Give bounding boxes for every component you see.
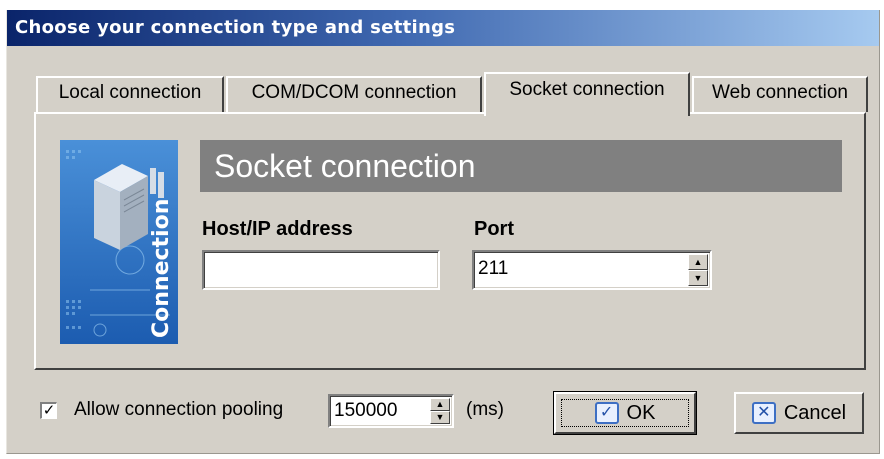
banner-text: Connection	[149, 199, 174, 338]
tab-socket-connection[interactable]: Socket connection	[484, 72, 690, 116]
pooling-value: 150000	[334, 400, 398, 421]
cancel-button[interactable]: ✕ Cancel	[734, 392, 864, 434]
x-close-icon: ✕	[751, 402, 776, 424]
pooling-checkbox[interactable]: ✓	[40, 402, 57, 419]
port-up-arrow-icon[interactable]: ▲	[688, 254, 708, 270]
panel-header: Socket connection	[200, 140, 842, 192]
port-value: 211	[478, 258, 509, 279]
ok-button[interactable]: ✓ OK	[553, 391, 697, 435]
tab-com-dcom-connection[interactable]: COM/DCOM connection	[226, 76, 482, 112]
units-label: (ms)	[466, 399, 504, 420]
pooling-label: Allow connection pooling	[74, 399, 284, 420]
port-down-arrow-icon[interactable]: ▼	[688, 270, 708, 286]
connection-banner-image: Connection	[60, 140, 178, 344]
tab-local-connection[interactable]: Local connection	[36, 76, 224, 112]
pooling-stepper[interactable]: 150000 ▲ ▼	[328, 394, 454, 428]
host-label: Host/IP address	[202, 218, 353, 240]
port-label: Port	[474, 218, 514, 240]
dialog-title: Choose your connection type and settings	[7, 10, 879, 46]
tab-web-connection[interactable]: Web connection	[692, 76, 868, 112]
pooling-up-arrow-icon[interactable]: ▲	[430, 398, 450, 411]
host-input[interactable]	[202, 250, 440, 290]
pooling-down-arrow-icon[interactable]: ▼	[430, 411, 450, 424]
port-stepper[interactable]: 211 ▲ ▼	[472, 250, 712, 290]
cancel-label: Cancel	[783, 401, 847, 424]
